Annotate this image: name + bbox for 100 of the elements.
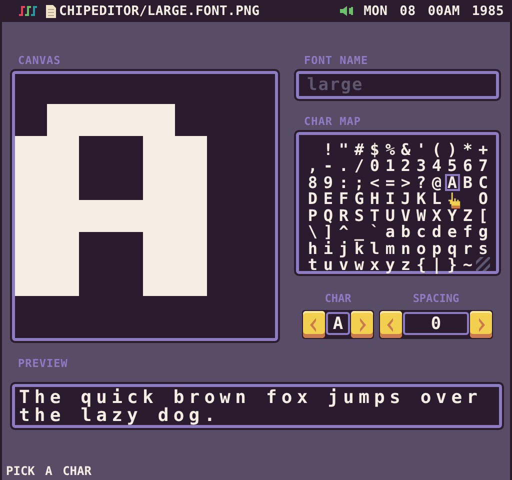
char-cell[interactable]: G bbox=[352, 190, 367, 207]
char-cell[interactable]: ~ bbox=[460, 256, 476, 273]
char-cell[interactable]: V bbox=[398, 207, 414, 224]
char-cell[interactable]: o bbox=[414, 240, 429, 256]
char-cell[interactable]: x bbox=[367, 256, 382, 273]
char-cell[interactable]: 0 bbox=[367, 158, 382, 174]
char-cell[interactable]: 2 bbox=[398, 158, 414, 174]
char-cell[interactable]: a bbox=[382, 224, 398, 240]
char-cell[interactable]: 1 bbox=[382, 158, 398, 174]
char-cell[interactable]: b bbox=[398, 224, 414, 240]
char-cell[interactable]: D bbox=[305, 190, 320, 207]
char-cell[interactable]: B bbox=[460, 174, 476, 190]
char-cell[interactable]: f bbox=[460, 224, 476, 240]
value-field[interactable]: 0 bbox=[403, 312, 469, 335]
char-cell[interactable]: q bbox=[444, 240, 460, 256]
char-cell[interactable]: A bbox=[444, 174, 460, 190]
char-cell[interactable]: O bbox=[476, 190, 491, 207]
char-cell[interactable]: T bbox=[367, 207, 382, 224]
char-cell[interactable]: ' bbox=[414, 141, 429, 158]
char-cell[interactable]: Q bbox=[320, 207, 336, 224]
char-cell[interactable]: 3 bbox=[414, 158, 429, 174]
char-cell[interactable]: U bbox=[382, 207, 398, 224]
increase-button[interactable] bbox=[351, 311, 373, 338]
char-cell[interactable]: u bbox=[320, 256, 336, 273]
char-cell[interactable]: ^ bbox=[336, 224, 352, 240]
char-cell[interactable]: ? bbox=[414, 174, 429, 190]
char-cell[interactable]: C bbox=[476, 174, 491, 190]
char-cell[interactable]: ` bbox=[367, 224, 382, 240]
char-cell[interactable]: 7 bbox=[476, 158, 491, 174]
char-cell[interactable]: . bbox=[336, 158, 352, 174]
char-cell[interactable]: { bbox=[414, 256, 429, 273]
char-cell[interactable]: # bbox=[352, 141, 367, 158]
char-cell[interactable]: & bbox=[398, 141, 414, 158]
char-cell[interactable]: Z bbox=[460, 207, 476, 224]
char-cell[interactable]: Y bbox=[444, 207, 460, 224]
char-cell[interactable]: F bbox=[336, 190, 352, 207]
char-cell[interactable]: w bbox=[352, 256, 367, 273]
char-cell[interactable]: P bbox=[305, 207, 320, 224]
char-cell[interactable]: l bbox=[367, 240, 382, 256]
decrease-button[interactable] bbox=[380, 311, 402, 338]
char-cell[interactable]: i bbox=[320, 240, 336, 256]
char-cell[interactable]: d bbox=[429, 224, 444, 240]
char-cell[interactable]: m bbox=[382, 240, 398, 256]
char-cell[interactable]: J bbox=[398, 190, 414, 207]
char-cell[interactable]: s bbox=[476, 240, 491, 256]
char-cell[interactable]: ( bbox=[429, 141, 444, 158]
char-cell[interactable]: | bbox=[429, 256, 444, 273]
char-cell[interactable]: X bbox=[429, 207, 444, 224]
char-cell[interactable]: > bbox=[398, 174, 414, 190]
speaker-icon[interactable] bbox=[340, 6, 354, 16]
char-cell[interactable]: t bbox=[305, 256, 320, 273]
char-cell[interactable]: v bbox=[336, 256, 352, 273]
char-cell[interactable]: r bbox=[460, 240, 476, 256]
char-cell[interactable]: ; bbox=[352, 174, 367, 190]
char-cell[interactable]: g bbox=[476, 224, 491, 240]
char-cell[interactable]: % bbox=[382, 141, 398, 158]
char-cell[interactable]: 4 bbox=[429, 158, 444, 174]
char-cell[interactable]: S bbox=[352, 207, 367, 224]
char-cell[interactable]: 9 bbox=[320, 174, 336, 190]
char-cell[interactable]: , bbox=[305, 158, 320, 174]
char-cell[interactable]: W bbox=[414, 207, 429, 224]
char-cell[interactable]: z bbox=[398, 256, 414, 273]
increase-button[interactable] bbox=[470, 311, 492, 338]
char-cell[interactable]: e bbox=[444, 224, 460, 240]
char-cell[interactable]: + bbox=[476, 141, 491, 158]
char-cell[interactable]: ! bbox=[320, 141, 336, 158]
char-cell[interactable]: I bbox=[382, 190, 398, 207]
char-cell[interactable]: 6 bbox=[460, 158, 476, 174]
char-cell[interactable]: @ bbox=[429, 174, 444, 190]
char-cell[interactable]: _ bbox=[352, 224, 367, 240]
char-cell[interactable]: E bbox=[320, 190, 336, 207]
value-field[interactable]: A bbox=[326, 312, 350, 335]
logo-icon[interactable] bbox=[18, 6, 38, 16]
char-cell[interactable]: / bbox=[352, 158, 367, 174]
char-cell[interactable]: R bbox=[336, 207, 352, 224]
char-cell[interactable]: H bbox=[367, 190, 382, 207]
char-cell[interactable]: " bbox=[336, 141, 352, 158]
char-cell[interactable]: 5 bbox=[444, 158, 460, 174]
pixel-canvas[interactable] bbox=[12, 71, 278, 341]
char-cell[interactable]: * bbox=[460, 141, 476, 158]
char-cell[interactable]: K bbox=[414, 190, 429, 207]
char-cell[interactable]: [ bbox=[476, 207, 491, 224]
char-cell[interactable]: - bbox=[320, 158, 336, 174]
char-cell[interactable]: < bbox=[367, 174, 382, 190]
char-cell[interactable]: } bbox=[444, 256, 460, 273]
char-cell[interactable]: c bbox=[414, 224, 429, 240]
char-cell[interactable]: p bbox=[429, 240, 444, 256]
font-name-field[interactable]: large bbox=[296, 71, 499, 99]
char-cell[interactable]: $ bbox=[367, 141, 382, 158]
decrease-button[interactable] bbox=[303, 311, 325, 338]
char-cell[interactable]: j bbox=[336, 240, 352, 256]
char-cell[interactable]: : bbox=[336, 174, 352, 190]
char-cell[interactable]: L bbox=[429, 190, 444, 207]
char-cell[interactable]: ) bbox=[444, 141, 460, 158]
char-cell[interactable]: ] bbox=[320, 224, 336, 240]
char-cell[interactable]: n bbox=[398, 240, 414, 256]
char-cell[interactable]: h bbox=[305, 240, 320, 256]
char-cell[interactable]: 8 bbox=[305, 174, 320, 190]
char-cell[interactable]: \ bbox=[305, 224, 320, 240]
char-cell[interactable]: = bbox=[382, 174, 398, 190]
